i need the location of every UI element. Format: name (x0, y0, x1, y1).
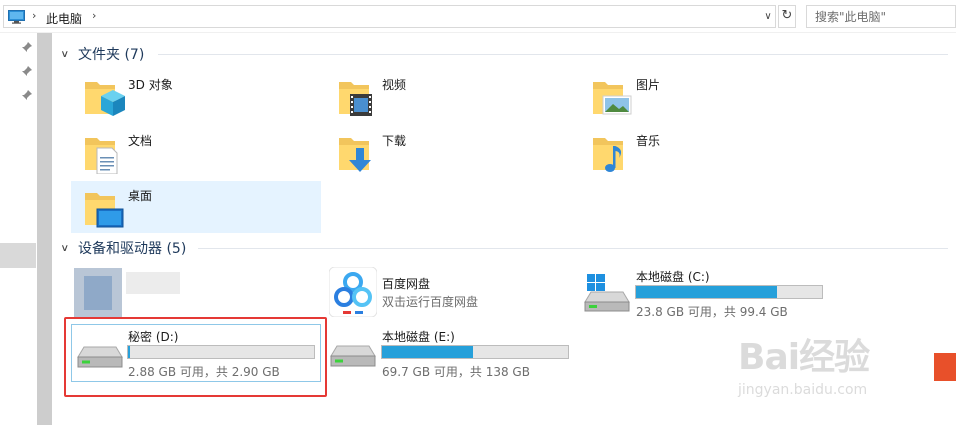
drive-free-space: 69.7 GB 可用，共 138 GB (382, 365, 530, 379)
address-bar-row: › 此电脑 › ∨ ↻ (0, 0, 956, 33)
chevron-right-icon[interactable]: › (92, 9, 96, 22)
devices-group-header[interactable]: ∨ 设备和驱动器 (5) (60, 238, 187, 258)
folder-pictures[interactable]: 图片 (579, 70, 829, 122)
search-input[interactable] (807, 6, 955, 27)
folder-label: 桌面 (128, 189, 153, 203)
3d-objects-folder-icon (85, 82, 125, 116)
folder-downloads[interactable]: 下载 (325, 126, 575, 178)
navigation-selected-item[interactable] (0, 243, 36, 268)
drive-usage-bar (635, 285, 823, 299)
windows-drive-icon (584, 274, 630, 312)
drive-usage-bar (381, 345, 569, 359)
drive-usage-fill (382, 346, 474, 358)
folder-desktop[interactable]: 桌面 (71, 181, 321, 233)
device-subtitle: 双击运行百度网盘 (382, 295, 479, 309)
chevron-right-icon[interactable]: › (32, 9, 36, 22)
this-pc-icon (8, 10, 25, 24)
folder-label: 视频 (382, 78, 407, 92)
pin-icon[interactable] (22, 42, 32, 52)
navigation-scrollbar[interactable] (37, 33, 52, 425)
device-baidu-netdisk[interactable]: 百度网盘 双击运行百度网盘 (325, 266, 575, 324)
videos-folder-icon (339, 82, 372, 116)
watermark-url: jingyan.baidu.com (738, 382, 868, 398)
folder-3d-objects[interactable]: 3D 对象 (71, 70, 321, 122)
search-box[interactable] (806, 5, 956, 28)
address-history-dropdown-button[interactable]: ∨ (760, 5, 776, 28)
breadcrumb-this-pc[interactable]: 此电脑 (46, 10, 82, 27)
watermark-brand: Bai经验 (738, 337, 870, 378)
folder-label: 3D 对象 (128, 78, 173, 92)
folder-label: 音乐 (636, 134, 661, 148)
folder-documents[interactable]: 文档 (71, 126, 321, 178)
music-folder-icon (593, 138, 623, 172)
device-name: 百度网盘 (382, 277, 431, 291)
group-divider (158, 54, 948, 55)
devices-group-title: 设备和驱动器 (5) (78, 241, 187, 257)
blurred-device-tile[interactable] (74, 268, 180, 318)
drive-free-space: 23.8 GB 可用，共 99.4 GB (636, 305, 788, 319)
desktop-folder-icon (85, 193, 124, 228)
folder-label: 文档 (128, 134, 153, 148)
downloads-folder-icon (339, 138, 371, 172)
drive-c[interactable]: 本地磁盘 (C:) 23.8 GB 可用，共 99.4 GB (579, 266, 829, 324)
blurred-device-label (126, 272, 180, 294)
drive-name: 本地磁盘 (E:) (382, 330, 455, 344)
refresh-button[interactable]: ↻ (778, 5, 796, 28)
folders-group-header[interactable]: ∨ 文件夹 (7) (60, 44, 145, 64)
folder-videos[interactable]: 视频 (325, 70, 575, 122)
hard-drive-icon (330, 345, 376, 367)
pictures-folder-icon (593, 82, 632, 115)
group-divider (198, 248, 948, 249)
highlight-frame (64, 317, 327, 397)
address-bar[interactable]: › 此电脑 › (3, 5, 776, 28)
navigation-pane (0, 33, 37, 425)
chevron-down-icon[interactable]: ∨ (60, 49, 79, 60)
pin-icon[interactable] (22, 66, 32, 76)
pin-icon[interactable] (22, 90, 32, 100)
folders-group-title: 文件夹 (7) (78, 47, 145, 63)
documents-folder-icon (85, 138, 118, 174)
chevron-down-icon[interactable]: ∨ (60, 243, 79, 254)
watermark-logo-icon (934, 353, 956, 381)
blurred-device-icon-inner (84, 276, 112, 310)
folder-label: 下载 (382, 134, 407, 148)
drive-name: 本地磁盘 (C:) (636, 270, 710, 284)
folder-label: 图片 (636, 78, 661, 92)
drive-usage-fill (636, 286, 778, 298)
folder-music[interactable]: 音乐 (579, 126, 829, 178)
baidu-jingyan-watermark: Bai经验 jingyan.baidu.com (730, 320, 950, 410)
drive-e[interactable]: 本地磁盘 (E:) 69.7 GB 可用，共 138 GB (325, 324, 575, 382)
baidu-netdisk-icon (329, 267, 377, 317)
